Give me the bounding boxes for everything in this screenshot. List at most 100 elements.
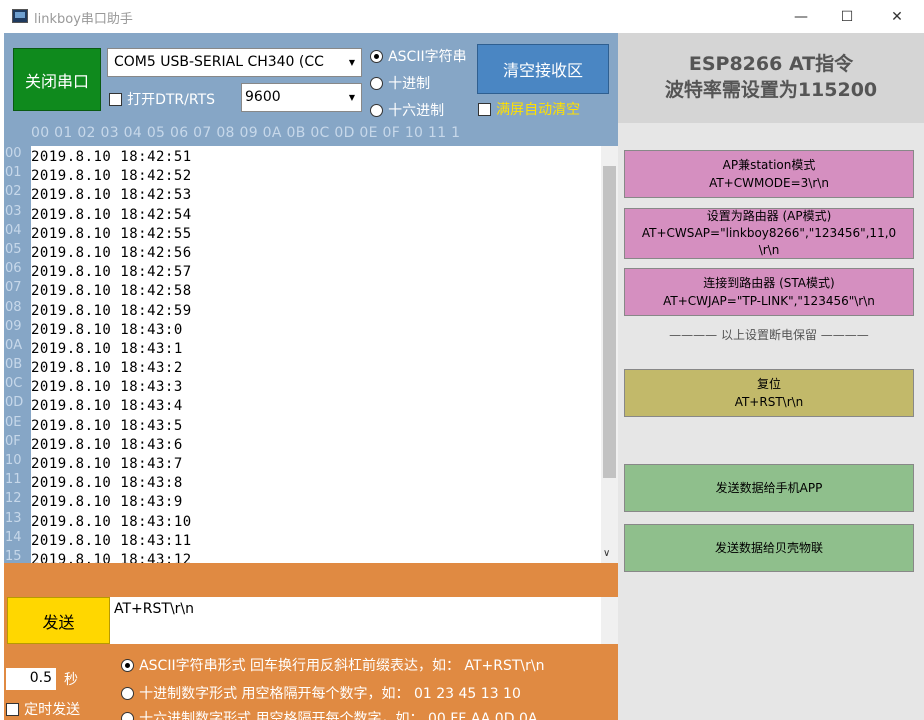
row-number: 0A [5,337,23,353]
auto-clear-checkbox[interactable] [478,103,491,116]
row-number: 07 [5,280,22,296]
row-number: 11 [5,472,22,488]
scrollbar-thumb[interactable] [603,166,616,478]
cmd-code: AT+CWSAP="linkboy8266","123456",11,0 [641,226,897,240]
cmd-label: 复位 [756,377,781,391]
port-select[interactable]: COM5 USB-SERIAL CH340 (CC ▼ [107,48,362,77]
row-number: 13 [5,510,22,526]
log-line: 2019.8.10 18:42:55 [31,225,192,242]
log-line: 2019.8.10 18:42:54 [31,206,192,223]
cmd-reset-button[interactable]: 复位 AT+RST\r\n [624,369,914,417]
cmd-ap-station-button[interactable]: AP兼station模式 AT+CWMODE=3\r\n [624,150,914,198]
scroll-down-icon[interactable]: ∨ [603,548,610,559]
timed-send-label: 定时发送 [24,702,81,718]
chevron-down-icon: ▼ [343,49,361,76]
row-number: 12 [5,491,22,507]
baud-select[interactable]: 9600 ▼ [241,83,362,112]
row-number: 0D [5,395,24,411]
timed-send-row[interactable]: 定时发送 [6,699,80,719]
mode-dec-radio-row[interactable]: 十进制 [370,73,430,93]
hex-column-header: 00 01 02 03 04 05 06 07 08 09 0A 0B 0C 0… [4,122,618,146]
clear-receive-button[interactable]: 清空接收区 [477,44,609,94]
mode-hex-label: 十六进制 [388,103,445,119]
row-number: 05 [5,241,22,257]
cmd-set-router-button[interactable]: 设置为路由器 (AP模式) AT+CWSAP="linkboy8266","12… [624,208,914,259]
log-line: 2019.8.10 18:43:11 [31,532,192,549]
row-number: 02 [5,184,22,200]
log-line: 2019.8.10 18:43:1 [31,340,183,357]
fmt-dec-row[interactable]: 十进制数字形式 用空格隔开每个数字，如： 01 23 45 13 10 [121,683,521,703]
fmt-hex-label: 十六进制数字形式 用空格隔开每个数字，如： 00 FF AA 0D 0A [139,711,538,720]
interval-unit: 秒 [64,672,78,688]
auto-clear-checkbox-row[interactable]: 满屏自动清空 [478,99,580,119]
interval-input[interactable]: 0.5 [6,668,56,690]
timed-send-checkbox[interactable] [6,703,19,716]
log-line: 2019.8.10 18:43:10 [31,513,192,530]
row-number: 08 [5,299,22,315]
mode-ascii-label: ASCII字符串 [388,49,467,65]
fmt-dec-label: 十进制数字形式 用空格隔开每个数字，如： 01 23 45 13 10 [139,686,521,702]
dtr-rts-checkbox[interactable] [109,93,122,106]
fmt-hex-radio[interactable] [121,712,134,720]
log-line: 2019.8.10 18:43:0 [31,321,183,338]
dtr-rts-label: 打开DTR/RTS [127,92,216,108]
persist-divider: ———— 以上设置断电保留 ———— [669,328,869,342]
cmd-label: 连接到路由器 (STA模式) [703,276,835,290]
auto-clear-label: 满屏自动清空 [496,102,581,118]
log-line: 2019.8.10 18:43:9 [31,494,183,511]
at-panel-title: ESP8266 AT指令 [688,53,854,75]
log-line: 2019.8.10 18:42:59 [31,302,192,319]
port-value: COM5 USB-SERIAL CH340 (CC [114,54,324,70]
cmd-code: AT+RST\r\n [734,395,804,409]
mode-ascii-radio[interactable] [370,50,383,63]
log-line: 2019.8.10 18:43:5 [31,417,183,434]
log-line: 2019.8.10 18:43:3 [31,379,183,396]
log-line: 2019.8.10 18:43:2 [31,360,183,377]
at-panel-subtitle: 波特率需设置为115200 [664,79,878,101]
row-number-gutter: 00 01 02 03 04 05 06 07 08 09 0A 0B 0C 0D 0E 0F 10 11 12 13… [4,146,31,563]
chevron-down-icon: ▼ [343,84,361,111]
fmt-ascii-radio[interactable] [121,659,134,672]
fmt-ascii-row[interactable]: ASCII字符串形式 回车换行用反斜杠前缀表达，如： AT+RST\r\n [121,655,545,675]
app-icon [12,9,28,23]
log-line: 2019.8.10 18:43:12 [31,551,192,563]
log-line: 2019.8.10 18:43:6 [31,436,183,453]
close-port-button[interactable]: 关闭串口 [13,48,101,111]
row-number: 06 [5,261,22,277]
close-window-button[interactable]: ✕ [874,0,920,33]
row-number: 0F [5,433,21,449]
send-scrollbar[interactable] [601,597,618,644]
cmd-code: AT+CWJAP="TP-LINK","123456"\r\n [663,294,875,308]
send-to-app-button[interactable]: 发送数据给手机APP [624,464,914,512]
receive-log[interactable]: 2019.8.10 18:42:51 2019.8.10 18:42:52 2019… [31,146,601,563]
fmt-ascii-label: ASCII字符串形式 回车换行用反斜杠前缀表达，如： AT+RST\r\n [139,658,545,674]
fmt-dec-radio[interactable] [121,687,134,700]
maximize-button[interactable]: ☐ [824,0,870,33]
send-input[interactable]: AT+RST\r\n [110,597,617,644]
row-number: 00 [5,146,22,161]
cmd-label: AP兼station模式 [722,158,816,172]
mode-hex-radio-row[interactable]: 十六进制 [370,100,444,120]
row-number: 01 [5,165,22,181]
baud-value: 9600 [245,89,281,105]
send-to-beike-button[interactable]: 发送数据给贝壳物联 [624,524,914,572]
at-panel-header: ESP8266 AT指令 波特率需设置为115200 [618,33,924,123]
mode-ascii-radio-row[interactable]: ASCII字符串 [370,46,467,66]
cmd-connect-router-button[interactable]: 连接到路由器 (STA模式) AT+CWJAP="TP-LINK","12345… [624,268,914,316]
log-line: 2019.8.10 18:42:51 [31,149,192,165]
row-number: 09 [5,318,22,334]
log-line: 2019.8.10 18:42:52 [31,168,192,185]
log-line: 2019.8.10 18:42:58 [31,283,192,300]
cmd-label: 设置为路由器 (AP模式) [706,209,832,223]
minimize-button[interactable]: — [778,0,824,33]
send-button[interactable]: 发送 [7,597,110,644]
mode-dec-radio[interactable] [370,77,383,90]
row-number: 10 [5,453,22,468]
cmd-code: AT+CWMODE=3\r\n [709,176,829,190]
mode-hex-radio[interactable] [370,104,383,117]
log-line: 2019.8.10 18:42:53 [31,187,192,204]
fmt-hex-row[interactable]: 十六进制数字形式 用空格隔开每个数字，如： 00 FF AA 0D 0A [121,708,537,720]
dtr-rts-checkbox-row[interactable]: 打开DTR/RTS [109,89,215,109]
mode-dec-label: 十进制 [388,76,431,92]
row-number: 0C [5,376,23,392]
